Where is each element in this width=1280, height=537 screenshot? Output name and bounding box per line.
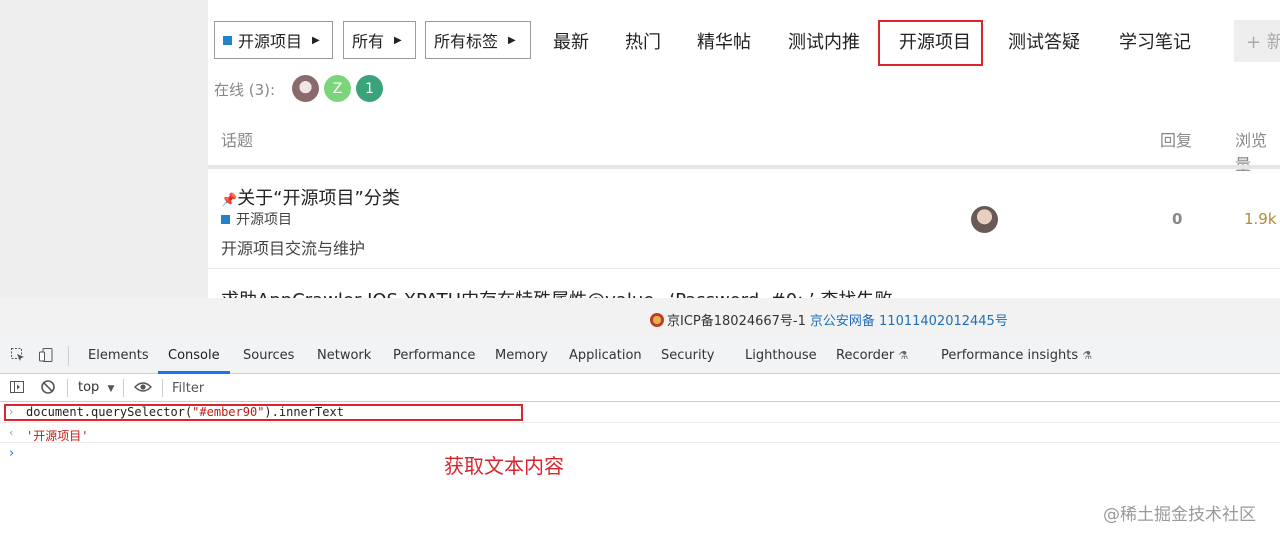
device-toolbar-icon[interactable] xyxy=(38,347,54,367)
topic-title-link[interactable]: 📌关于“开源项目”分类 xyxy=(221,184,400,210)
nav-notes[interactable]: 学习笔记 xyxy=(1119,28,1191,54)
tab-recorder-label: Recorder xyxy=(836,348,895,363)
icp-link[interactable]: 京ICP备18024667号-1 xyxy=(667,310,806,329)
icp-record: 京ICP备18024667号-1 京公安网备 11011402012445号 xyxy=(650,310,1008,329)
nav-latest[interactable]: 最新 xyxy=(553,28,589,54)
column-header-topic[interactable]: 话题 xyxy=(221,127,253,151)
tags-filter-label: 所有标签 xyxy=(434,32,499,51)
console-toolbar: top ▼ xyxy=(0,374,1280,402)
poster-avatar[interactable] xyxy=(971,206,998,233)
police-record-link[interactable]: 京公安网备 11011402012445号 xyxy=(810,310,1008,329)
result-arrow-icon: ‹ xyxy=(9,426,14,439)
police-badge-icon xyxy=(650,312,664,327)
tags-filter-dropdown[interactable]: 所有标签 ▶ xyxy=(425,21,531,59)
topic-reply-count: 0 xyxy=(1172,210,1183,228)
online-users-label: 在线 (3): xyxy=(214,81,276,99)
online-user-avatar[interactable]: 1 xyxy=(356,75,383,102)
input-prompt-icon: › xyxy=(9,405,14,418)
nav-featured[interactable]: 精华帖 xyxy=(697,28,751,54)
topic-excerpt: 开源项目交流与维护 xyxy=(221,239,366,258)
avatar-letter: Z xyxy=(332,80,343,97)
command-string-literal: "#ember90" xyxy=(192,405,265,419)
context-selector[interactable]: top ▼ xyxy=(78,380,114,395)
devtools-panel: Elements Console Sources Network Perform… xyxy=(0,338,1280,537)
tab-performance[interactable]: Performance xyxy=(393,348,475,363)
new-topic-button[interactable]: + 新 xyxy=(1234,20,1280,62)
command-prefix: document.querySelector( xyxy=(26,405,193,419)
topic-category-badge[interactable]: 开源项目 xyxy=(221,209,292,229)
tab-lighthouse[interactable]: Lighthouse xyxy=(745,348,817,363)
tab-application[interactable]: Application xyxy=(569,348,642,363)
context-selector-label: top xyxy=(78,380,100,395)
tab-recorder[interactable]: Recorder ⚗ xyxy=(836,348,908,363)
nav-open-source[interactable]: 开源项目 xyxy=(899,28,971,54)
toolbar-divider xyxy=(67,379,68,397)
caret-right-icon: ▶ xyxy=(312,34,320,46)
inspect-element-icon[interactable] xyxy=(10,347,26,367)
nav-referral[interactable]: 测试内推 xyxy=(788,28,860,54)
online-user-avatar[interactable]: Z xyxy=(324,75,351,102)
console-filter-input[interactable] xyxy=(170,377,1274,399)
tab-network[interactable]: Network xyxy=(317,348,371,363)
scope-filter-label: 所有 xyxy=(352,32,385,51)
console-row-divider xyxy=(0,442,1280,443)
tab-performance-insights-label: Performance insights xyxy=(941,348,1079,363)
caret-right-icon: ▶ xyxy=(394,34,402,46)
tab-elements[interactable]: Elements xyxy=(88,348,149,363)
chevron-down-icon: ▼ xyxy=(107,384,115,394)
row-divider xyxy=(208,268,1280,269)
pin-icon: 📌 xyxy=(221,193,238,208)
sidebar-toggle-icon[interactable] xyxy=(9,379,25,399)
topic-title-link[interactable]: 求助AppCrawler IOS XPATH中存在特殊属性@value=‘Pas… xyxy=(221,286,892,298)
experiment-flask-icon: ⚗ xyxy=(898,349,909,362)
console-command[interactable]: document.querySelector("#ember90").inner… xyxy=(26,405,344,419)
nav-hot[interactable]: 热门 xyxy=(625,28,661,54)
online-user-avatar[interactable] xyxy=(292,75,319,102)
tab-console[interactable]: Console xyxy=(168,348,220,363)
category-color-square xyxy=(221,214,230,224)
caret-right-icon: ▶ xyxy=(508,34,516,46)
tab-sources[interactable]: Sources xyxy=(243,348,294,363)
category-filter-label: 开源项目 xyxy=(238,32,303,51)
toolbar-divider xyxy=(123,379,124,397)
category-filter-dropdown[interactable]: 开源项目 ▶ xyxy=(214,21,333,59)
tab-performance-insights[interactable]: Performance insights ⚗ xyxy=(941,348,1092,363)
clear-console-icon[interactable] xyxy=(40,379,56,399)
toolbar-divider xyxy=(68,346,69,366)
avatar-letter: 1 xyxy=(365,80,374,97)
tab-security[interactable]: Security xyxy=(661,348,714,363)
console-prompt-caret-icon[interactable]: › xyxy=(9,446,14,461)
column-header-replies[interactable]: 回复 xyxy=(1160,127,1192,151)
table-header-divider xyxy=(208,165,1280,169)
annotation-caption: 获取文本内容 xyxy=(444,454,564,478)
devtools-tab-bar: Elements Console Sources Network Perform… xyxy=(0,338,1280,374)
nav-qa[interactable]: 测试答疑 xyxy=(1008,28,1080,54)
console-row-divider xyxy=(0,422,1280,423)
topic-category-label: 开源项目 xyxy=(236,212,292,228)
topic-view-count: 1.9k xyxy=(1244,210,1277,228)
category-color-square xyxy=(223,35,232,45)
topic-title-text: 关于“开源项目”分类 xyxy=(237,188,400,209)
experiment-flask-icon: ⚗ xyxy=(1082,349,1093,362)
tab-memory[interactable]: Memory xyxy=(495,348,548,363)
command-suffix: ).innerText xyxy=(264,405,344,419)
watermark: @稀土掘金技术社区 xyxy=(1103,505,1256,525)
toolbar-divider xyxy=(162,379,163,397)
forum-page: 开源项目 ▶ 所有 ▶ 所有标签 ▶ 最新 热门 精华帖 测试内推 开源项目 测… xyxy=(0,0,1280,298)
live-expression-eye-icon[interactable] xyxy=(134,379,152,399)
scope-filter-dropdown[interactable]: 所有 ▶ xyxy=(343,21,416,59)
site-footer: 京ICP备18024667号-1 京公安网备 11011402012445号 xyxy=(0,298,1280,338)
